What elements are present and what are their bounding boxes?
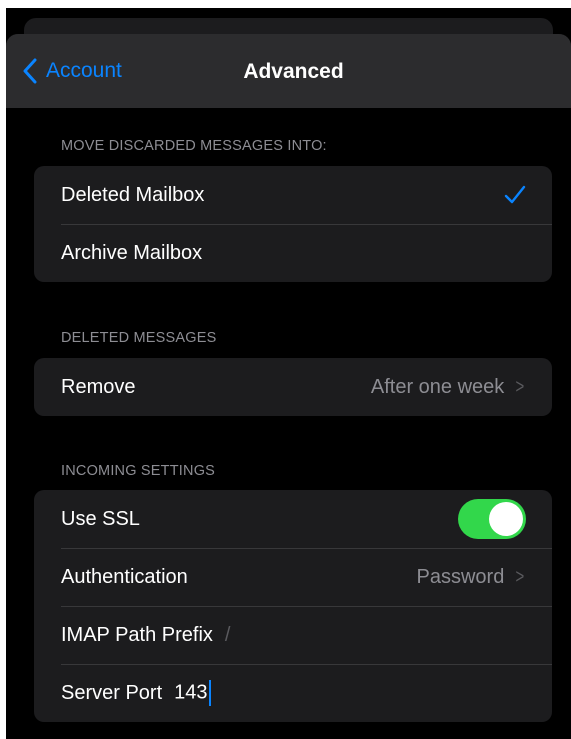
remove-row[interactable]: Remove After one week >: [34, 358, 552, 416]
option-deleted-mailbox[interactable]: Deleted Mailbox: [34, 166, 552, 224]
chevron-right-icon: >: [515, 565, 525, 588]
chevron-right-icon: >: [515, 375, 525, 398]
section-header-move-discarded: MOVE DISCARDED MESSAGES INTO:: [61, 138, 327, 154]
remove-value-wrap: After one week >: [371, 376, 526, 399]
server-port-value: 143: [174, 681, 208, 704]
incoming-settings-group: Use SSL Authentication Password > IMAP P…: [34, 490, 552, 722]
option-label: Archive Mailbox: [61, 241, 203, 264]
imap-path-prefix-row: IMAP Path Prefix /: [34, 606, 552, 664]
settings-sheet: Account Advanced MOVE DISCARDED MESSAGES…: [6, 34, 571, 739]
text-cursor: [208, 680, 211, 706]
server-port-row: Server Port 143: [34, 664, 552, 722]
remove-label: Remove: [61, 375, 136, 398]
move-discarded-group: Deleted Mailbox Archive Mailbox: [34, 166, 552, 282]
imap-path-prefix-label: IMAP Path Prefix: [61, 623, 213, 646]
authentication-value-wrap: Password >: [417, 566, 527, 589]
use-ssl-row: Use SSL: [34, 490, 552, 548]
remove-value: After one week: [370, 375, 505, 398]
page-title: Advanced: [243, 60, 344, 83]
toggle-knob: [489, 502, 523, 536]
authentication-value: Password: [416, 565, 505, 588]
use-ssl-label: Use SSL: [61, 507, 140, 530]
imap-path-prefix-input[interactable]: /: [225, 624, 231, 647]
checkmark-icon: [504, 185, 526, 204]
option-archive-mailbox[interactable]: Archive Mailbox: [34, 224, 552, 282]
section-header-incoming-settings: INCOMING SETTINGS: [61, 463, 216, 479]
authentication-label: Authentication: [61, 565, 188, 588]
deleted-messages-group: Remove After one week >: [34, 358, 552, 416]
screen: Account Advanced MOVE DISCARDED MESSAGES…: [6, 8, 571, 739]
settings-content: MOVE DISCARDED MESSAGES INTO: Deleted Ma…: [6, 108, 571, 739]
server-port-input[interactable]: 143: [174, 680, 211, 706]
server-port-label: Server Port: [61, 681, 163, 704]
navigation-bar: Account Advanced: [6, 34, 571, 108]
section-header-deleted-messages: DELETED MESSAGES: [61, 330, 217, 346]
authentication-row[interactable]: Authentication Password >: [34, 548, 552, 606]
option-label: Deleted Mailbox: [61, 183, 205, 206]
use-ssl-toggle[interactable]: [458, 499, 526, 539]
